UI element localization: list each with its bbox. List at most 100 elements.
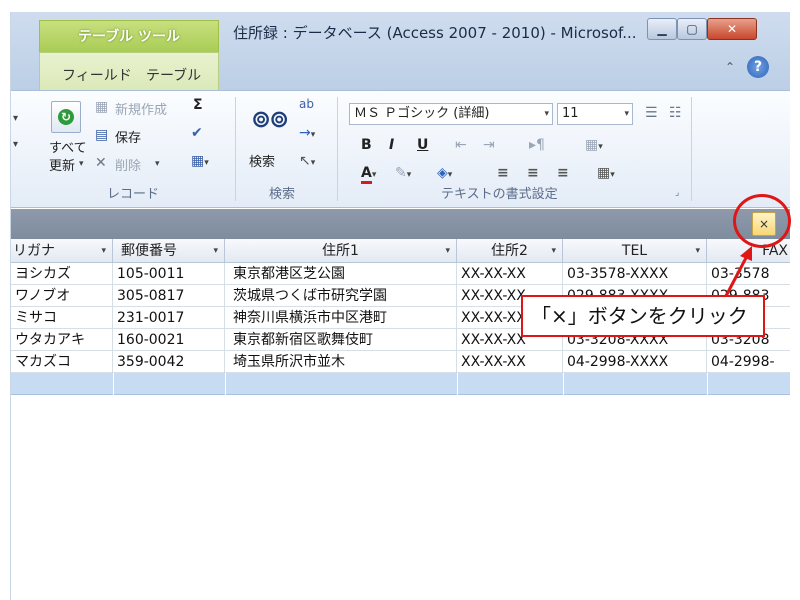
- table-tools-title: テーブル ツール: [39, 20, 219, 52]
- find-button[interactable]: 検索: [249, 151, 275, 170]
- refresh-all-label-line2[interactable]: 更新: [49, 155, 75, 174]
- minimize-button[interactable]: ▁: [647, 18, 677, 40]
- save-button[interactable]: 保存: [115, 127, 141, 146]
- chevron-down-icon[interactable]: ▾: [13, 139, 18, 150]
- italic-button[interactable]: I: [389, 137, 394, 153]
- chevron-down-icon[interactable]: ▾: [13, 113, 18, 124]
- refresh-all-label-line1[interactable]: すべて: [49, 137, 87, 156]
- spelling-icon[interactable]: ✔: [191, 125, 203, 141]
- paragraph-direction-icon[interactable]: ▸¶: [529, 137, 545, 153]
- save-icon: ▤: [95, 127, 109, 143]
- bullets-icon[interactable]: ☰: [645, 105, 658, 121]
- title-bar: テーブル ツール フィールド テーブル 住所録 : データベース (Access…: [11, 12, 790, 90]
- context-tab-strip: フィールド テーブル: [39, 52, 219, 90]
- increase-indent-icon[interactable]: ⇥: [483, 137, 495, 153]
- chevron-down-icon: ▾: [624, 109, 629, 119]
- sum-icon[interactable]: Σ: [193, 97, 203, 113]
- maximize-button[interactable]: ▢: [677, 18, 707, 40]
- tab-table[interactable]: テーブル: [146, 65, 201, 85]
- fill-color-icon[interactable]: ◈▾: [437, 165, 452, 181]
- binoculars-icon[interactable]: ⊚⊚: [251, 105, 289, 133]
- font-size-select[interactable]: 11 ▾: [557, 103, 633, 125]
- align-right-icon[interactable]: ≡: [557, 165, 569, 181]
- window-title: 住所録 : データベース (Access 2007 - 2010) - Micr…: [233, 24, 637, 42]
- chevron-down-icon[interactable]: ▾: [79, 159, 84, 169]
- refresh-all-icon[interactable]: ↻: [51, 101, 81, 133]
- chevron-down-icon[interactable]: ▾: [213, 239, 218, 262]
- align-left-icon[interactable]: ≡: [497, 165, 509, 181]
- address1-cell[interactable]: 東京都港区芝公園: [225, 263, 457, 285]
- furigana-cell[interactable]: ヨシカズ: [11, 263, 113, 285]
- address1-cell[interactable]: 埼玉県所沢市並木: [225, 351, 457, 373]
- column-header-furigana[interactable]: リガナ ▾: [11, 239, 113, 263]
- chevron-down-icon[interactable]: ▾: [155, 159, 160, 169]
- alternate-row-color-icon[interactable]: ▦▾: [597, 165, 615, 181]
- gridlines-icon[interactable]: ▦▾: [585, 137, 603, 153]
- furigana-cell[interactable]: マカズコ: [11, 351, 113, 373]
- align-center-icon[interactable]: ≡: [527, 165, 539, 181]
- new-record-row[interactable]: [11, 373, 790, 395]
- fax-cell[interactable]: 03-3578: [707, 263, 790, 285]
- chevron-down-icon: ▾: [544, 109, 549, 119]
- font-name-select[interactable]: ＭＳ Ｐゴシック (詳細) ▾: [349, 103, 553, 125]
- chevron-down-icon[interactable]: ▾: [445, 239, 450, 262]
- find-group-label: 検索: [269, 187, 296, 202]
- tel-cell[interactable]: 03-3578-XXXX: [563, 263, 707, 285]
- numbering-icon[interactable]: ☷: [669, 105, 682, 121]
- ribbon-minimize-icon[interactable]: ⌃: [725, 60, 735, 74]
- column-divider: [563, 373, 564, 395]
- font-color-icon[interactable]: A▾: [361, 165, 376, 184]
- text-format-group-label: テキストの書式設定: [441, 187, 558, 202]
- delete-button[interactable]: 削除: [115, 155, 141, 174]
- furigana-cell[interactable]: ウタカアキ: [11, 329, 113, 351]
- font-size-value: 11: [562, 106, 579, 121]
- column-divider: [113, 373, 114, 395]
- column-header-tel[interactable]: TEL ▾: [563, 239, 707, 263]
- address2-cell[interactable]: XX-XX-XX: [457, 263, 563, 285]
- table-tools-context-group: テーブル ツール フィールド テーブル: [39, 20, 219, 90]
- document-tab-bar: [11, 209, 790, 239]
- new-record-button[interactable]: 新規作成: [115, 99, 167, 118]
- help-icon[interactable]: ?: [747, 56, 769, 78]
- new-record-icon: ▦: [95, 99, 109, 115]
- window-close-button[interactable]: ✕: [707, 18, 757, 40]
- tab-field[interactable]: フィールド: [62, 65, 132, 85]
- postal-code-cell[interactable]: 305-0817: [113, 285, 225, 307]
- group-divider: [337, 97, 338, 201]
- furigana-cell[interactable]: ミサコ: [11, 307, 113, 329]
- address1-cell[interactable]: 神奈川県横浜市中区港町: [225, 307, 457, 329]
- more-icon[interactable]: ▦▾: [191, 153, 209, 169]
- ribbon: ▾ ▾ ↻ すべて 更新 ▾ ▦ 新規作成 ▤ 保存 ✕ 削除 ▾ Σ ✔ ▦▾…: [11, 90, 790, 208]
- address1-cell[interactable]: 茨城県つくば市研究学園: [225, 285, 457, 307]
- column-header-address1[interactable]: 住所1 ▾: [225, 239, 457, 263]
- column-divider: [707, 373, 708, 395]
- postal-code-cell[interactable]: 359-0042: [113, 351, 225, 373]
- postal-code-cell[interactable]: 231-0017: [113, 307, 225, 329]
- highlight-circle: [733, 194, 791, 248]
- replace-icon[interactable]: ab: [299, 97, 314, 111]
- chevron-down-icon[interactable]: ▾: [551, 239, 556, 262]
- chevron-down-icon[interactable]: ▾: [101, 239, 106, 262]
- postal-code-cell[interactable]: 105-0011: [113, 263, 225, 285]
- postal-code-cell[interactable]: 160-0021: [113, 329, 225, 351]
- decrease-indent-icon[interactable]: ⇤: [455, 137, 467, 153]
- delete-icon: ✕: [95, 155, 107, 171]
- goto-icon[interactable]: →▾: [299, 125, 315, 141]
- fax-cell[interactable]: 04-2998-: [707, 351, 790, 373]
- address1-cell[interactable]: 東京都新宿区歌舞伎町: [225, 329, 457, 351]
- column-header-address2[interactable]: 住所2 ▾: [457, 239, 563, 263]
- address2-cell[interactable]: XX-XX-XX: [457, 351, 563, 373]
- select-icon[interactable]: ↖▾: [299, 153, 315, 169]
- column-divider: [225, 373, 226, 395]
- column-header-postal-code[interactable]: 郵便番号 ▾: [113, 239, 225, 263]
- furigana-cell[interactable]: ワノブオ: [11, 285, 113, 307]
- dialog-launcher-icon[interactable]: ⌟: [675, 188, 679, 198]
- bold-button[interactable]: B: [361, 137, 372, 153]
- underline-button[interactable]: U: [417, 137, 428, 153]
- highlight-icon[interactable]: ✎▾: [395, 165, 411, 181]
- column-divider: [457, 373, 458, 395]
- tel-cell[interactable]: 04-2998-XXXX: [563, 351, 707, 373]
- instruction-callout: 「×」ボタンをクリック: [521, 295, 765, 337]
- chevron-down-icon[interactable]: ▾: [695, 239, 700, 262]
- group-divider: [691, 97, 692, 201]
